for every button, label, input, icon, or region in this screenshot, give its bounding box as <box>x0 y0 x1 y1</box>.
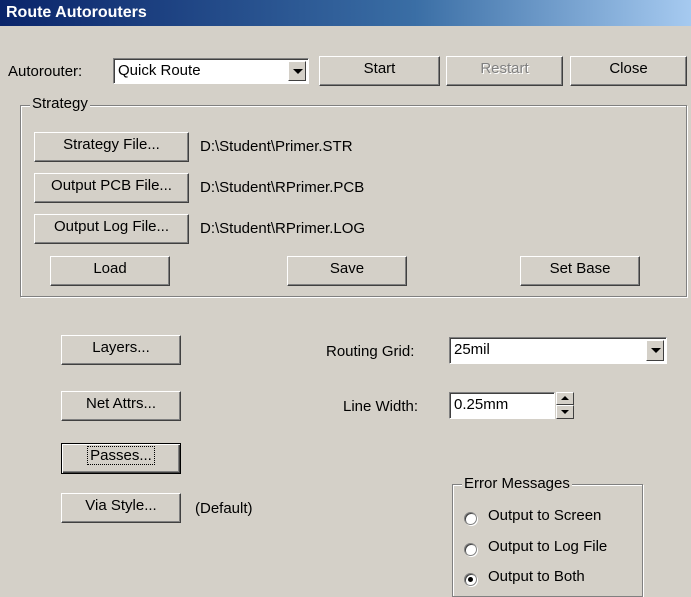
output-pcb-file-path: D:\Student\RPrimer.PCB <box>200 179 365 196</box>
autorouter-value: Quick Route <box>118 62 201 79</box>
output-log-file-button[interactable]: Output Log File... <box>34 214 189 244</box>
autorouter-label: Autorouter: <box>8 63 83 80</box>
output-pcb-file-button[interactable]: Output PCB File... <box>34 173 189 203</box>
strategy-file-button[interactable]: Strategy File... <box>34 132 189 162</box>
error-messages-title: Error Messages <box>462 475 572 492</box>
load-label: Load <box>93 260 127 277</box>
chevron-down-icon[interactable] <box>646 340 664 361</box>
radio-output-to-log-file-label: Output to Log File <box>488 538 608 555</box>
net-attrs-label: Net Attrs... <box>85 395 157 412</box>
autorouter-select[interactable]: Quick Route <box>113 58 309 84</box>
output-log-file-label: Output Log File... <box>53 218 170 235</box>
output-log-file-path: D:\Student\RPrimer.LOG <box>200 220 366 237</box>
routing-grid-value: 25mil <box>454 341 490 358</box>
radio-output-to-screen-label: Output to Screen <box>488 507 602 524</box>
routing-grid-select[interactable]: 25mil <box>449 337 667 364</box>
spin-down-icon[interactable] <box>556 405 574 419</box>
layers-label: Layers... <box>92 339 150 356</box>
radio-output-to-both[interactable] <box>464 573 477 586</box>
passes-button[interactable]: Passes... <box>61 443 181 474</box>
window-title: Route Autorouters <box>0 0 691 26</box>
strategy-file-label: Strategy File... <box>63 136 160 153</box>
save-button[interactable]: Save <box>287 256 407 286</box>
output-pcb-file-label: Output PCB File... <box>51 177 172 194</box>
radio-output-to-log-file[interactable] <box>464 543 477 556</box>
start-button[interactable]: Start <box>319 56 440 86</box>
line-width-label: Line Width: <box>343 398 419 415</box>
via-style-label: Via Style... <box>85 497 157 514</box>
strategy-title: Strategy <box>30 95 90 112</box>
line-width-value: 0.25mm <box>454 396 509 413</box>
layers-button[interactable]: Layers... <box>61 335 181 365</box>
close-label: Close <box>609 60 648 77</box>
start-label: Start <box>363 60 396 77</box>
load-button[interactable]: Load <box>50 256 170 286</box>
line-width-spinner[interactable] <box>556 392 574 419</box>
chevron-down-icon[interactable] <box>288 61 306 81</box>
via-style-value: (Default) <box>195 500 253 517</box>
strategy-file-path: D:\Student\Primer.STR <box>200 138 353 155</box>
passes-label: Passes... <box>87 446 155 465</box>
spin-up-icon[interactable] <box>556 392 574 405</box>
line-width-input[interactable]: 0.25mm <box>449 392 555 419</box>
restart-button[interactable]: Restart <box>446 56 563 86</box>
via-style-button[interactable]: Via Style... <box>61 493 181 523</box>
routing-grid-label: Routing Grid: <box>326 343 415 360</box>
save-label: Save <box>329 260 365 277</box>
restart-label: Restart <box>480 60 529 77</box>
radio-output-to-both-label: Output to Both <box>488 568 585 585</box>
set-base-label: Set Base <box>549 260 611 277</box>
set-base-button[interactable]: Set Base <box>520 256 640 286</box>
radio-output-to-screen[interactable] <box>464 512 477 525</box>
net-attrs-button[interactable]: Net Attrs... <box>61 391 181 421</box>
close-button[interactable]: Close <box>570 56 687 86</box>
